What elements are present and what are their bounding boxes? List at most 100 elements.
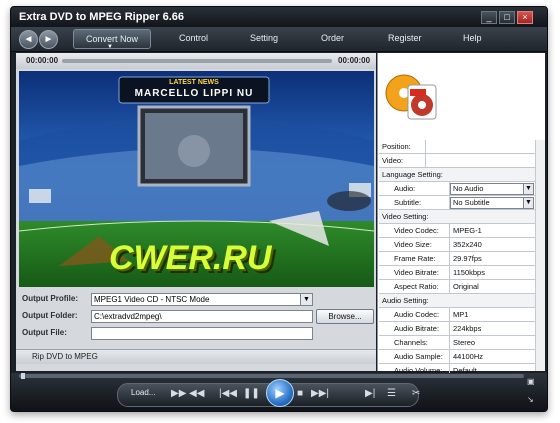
chevron-down-icon[interactable]: ▼ (523, 198, 533, 208)
audio-language-value: No Audio (453, 184, 484, 193)
fast-forward-icon[interactable]: ▶▶ (171, 388, 186, 399)
progress-track[interactable] (19, 374, 524, 378)
video-setting-row: Aspect Ratio: Original (379, 280, 535, 294)
cell-divider (425, 140, 426, 153)
subtitle-label: Subtitle: (394, 198, 422, 207)
cell-divider (449, 336, 450, 349)
audio-language-row: Audio: No Audio ▼ (379, 182, 535, 196)
settings-tools-icon[interactable]: ✂ (412, 388, 420, 399)
menu-register[interactable]: Register (388, 33, 422, 43)
stop-icon[interactable]: ■ (297, 388, 303, 399)
menu-setting[interactable]: Setting (250, 33, 278, 43)
resize-grip-icon[interactable]: ↘ (527, 395, 534, 404)
back-icon[interactable]: ◄ (19, 30, 38, 49)
load-button[interactable]: Load... (131, 388, 155, 397)
time-start: 00:00:00 (26, 56, 59, 65)
news-banner-text: MARCELLO LIPPI NU (134, 88, 254, 99)
properties-scrollbar[interactable] (535, 140, 545, 371)
property-label: Video Codec: (394, 226, 439, 235)
property-label: Audio Sample: (394, 352, 443, 361)
property-label: Channels: (394, 338, 428, 347)
output-profile-value: MPEG1 Video CD - NTSC Mode (94, 295, 210, 304)
position-row: Position: (379, 140, 535, 154)
audio-section-header: Audio Setting: (379, 294, 535, 308)
play-button[interactable]: ▶ (266, 379, 294, 407)
transport-bar: Load... ▶▶ ◀◀ |◀◀ ❚❚ ▶ ■ ▶▶| ▶| ☰ ✂ ▣ ↘ (11, 373, 547, 411)
property-value[interactable]: 224kbps (453, 322, 481, 335)
skip-back-icon[interactable]: |◀◀ (219, 388, 237, 399)
cell-divider (449, 238, 450, 251)
video-section-header: Video Setting: (379, 210, 535, 224)
properties-pane: Position: Video: Language Setting: Audio… (377, 53, 545, 378)
product-logo (378, 53, 545, 139)
app-window: Extra DVD to MPEG Ripper 6.66 _ □ × ◄ ► … (10, 6, 548, 412)
skip-forward-icon[interactable]: ▶▶| (311, 388, 329, 399)
properties-table: Position: Video: Language Setting: Audio… (379, 140, 535, 378)
subtitle-select[interactable]: No Subtitle ▼ (450, 197, 534, 209)
cell-divider (449, 280, 450, 293)
minimize-button[interactable]: _ (481, 11, 497, 24)
video-preview: LATEST NEWS MARCELLO LIPPI NU CWER.RU (19, 71, 374, 287)
news-banner-title: LATEST NEWS (169, 79, 219, 86)
property-value[interactable]: 29.97fps (453, 252, 482, 265)
chevron-down-icon[interactable]: ▼ (523, 184, 533, 194)
cell-divider (449, 266, 450, 279)
subtitle-row: Subtitle: No Subtitle ▼ (379, 196, 535, 210)
progress-handle[interactable] (21, 373, 25, 379)
video-row: Video: (379, 154, 535, 168)
property-value[interactable]: 1150kbps (453, 266, 485, 279)
output-profile-label: Output Profile: (22, 294, 78, 303)
playlist-icon[interactable]: ☰ (387, 388, 396, 399)
property-value[interactable]: 352x240 (453, 238, 482, 251)
property-value[interactable]: Original (453, 280, 479, 293)
watermark-text: CWER.RU (109, 239, 272, 277)
property-label: Aspect Ratio: (394, 282, 439, 291)
cell-divider (449, 350, 450, 363)
menu-bar: ◄ ► Convert Now ▼ Control Setting Order … (11, 27, 547, 52)
property-value[interactable]: Stereo (453, 336, 475, 349)
audio-setting-row: Audio Bitrate: 224kbps (379, 322, 535, 336)
cell-divider (449, 308, 450, 321)
menu-order[interactable]: Order (321, 33, 344, 43)
output-profile-select[interactable]: MPEG1 Video CD - NTSC Mode ▼ (91, 293, 313, 306)
property-value[interactable]: 44100Hz (453, 350, 483, 363)
status-bar: Rip DVD to MPEG (16, 349, 376, 364)
close-button[interactable]: × (517, 11, 533, 24)
browse-button[interactable]: Browse... (316, 309, 374, 324)
audio-setting-row: Audio Codec: MP1 (379, 308, 535, 322)
window-title: Extra DVD to MPEG Ripper 6.66 (19, 11, 185, 23)
cell-divider (449, 224, 450, 237)
audio-language-label: Audio: (394, 184, 416, 193)
output-folder-field[interactable]: C:\extradvd2mpeg\ (91, 310, 313, 323)
maximize-button[interactable]: □ (499, 11, 515, 24)
cell-divider (425, 154, 426, 167)
property-label: Frame Rate: (394, 254, 436, 263)
pause-icon[interactable]: ❚❚ (243, 388, 260, 399)
audio-setting-row: Channels: Stereo (379, 336, 535, 350)
property-value[interactable]: MPEG-1 (453, 224, 482, 237)
chevron-down-icon[interactable]: ▼ (300, 294, 312, 305)
active-caret-icon: ▼ (107, 44, 113, 50)
status-text: Rip DVD to MPEG (32, 352, 98, 361)
fullscreen-icon[interactable]: ▣ (527, 377, 535, 386)
output-file-label: Output File: (22, 328, 67, 337)
property-label: Video Size: (394, 240, 432, 249)
video-label: Video: (382, 156, 404, 165)
seek-track[interactable] (62, 59, 332, 63)
video-setting-row: Frame Rate: 29.97fps (379, 252, 535, 266)
cell-divider (449, 252, 450, 265)
language-section-header: Language Setting: (379, 168, 535, 182)
audio-language-select[interactable]: No Audio ▼ (450, 183, 534, 195)
next-chapter-icon[interactable]: ▶| (365, 388, 375, 399)
menu-control[interactable]: Control (179, 33, 208, 43)
property-label: Audio Codec: (394, 310, 440, 319)
property-value[interactable]: MP1 (453, 308, 468, 321)
preview-pane: 00:00:00 00:00:00 LATEST NEWS MARCELLO L… (16, 53, 376, 371)
dvd-mpeg-logo-icon (385, 74, 437, 120)
forward-icon[interactable]: ► (39, 30, 58, 49)
menu-help[interactable]: Help (463, 33, 482, 43)
output-file-field[interactable] (91, 327, 313, 340)
title-bar: Extra DVD to MPEG Ripper 6.66 _ □ × (11, 7, 547, 27)
subtitle-value: No Subtitle (453, 198, 490, 207)
rewind-icon[interactable]: ◀◀ (189, 388, 204, 399)
